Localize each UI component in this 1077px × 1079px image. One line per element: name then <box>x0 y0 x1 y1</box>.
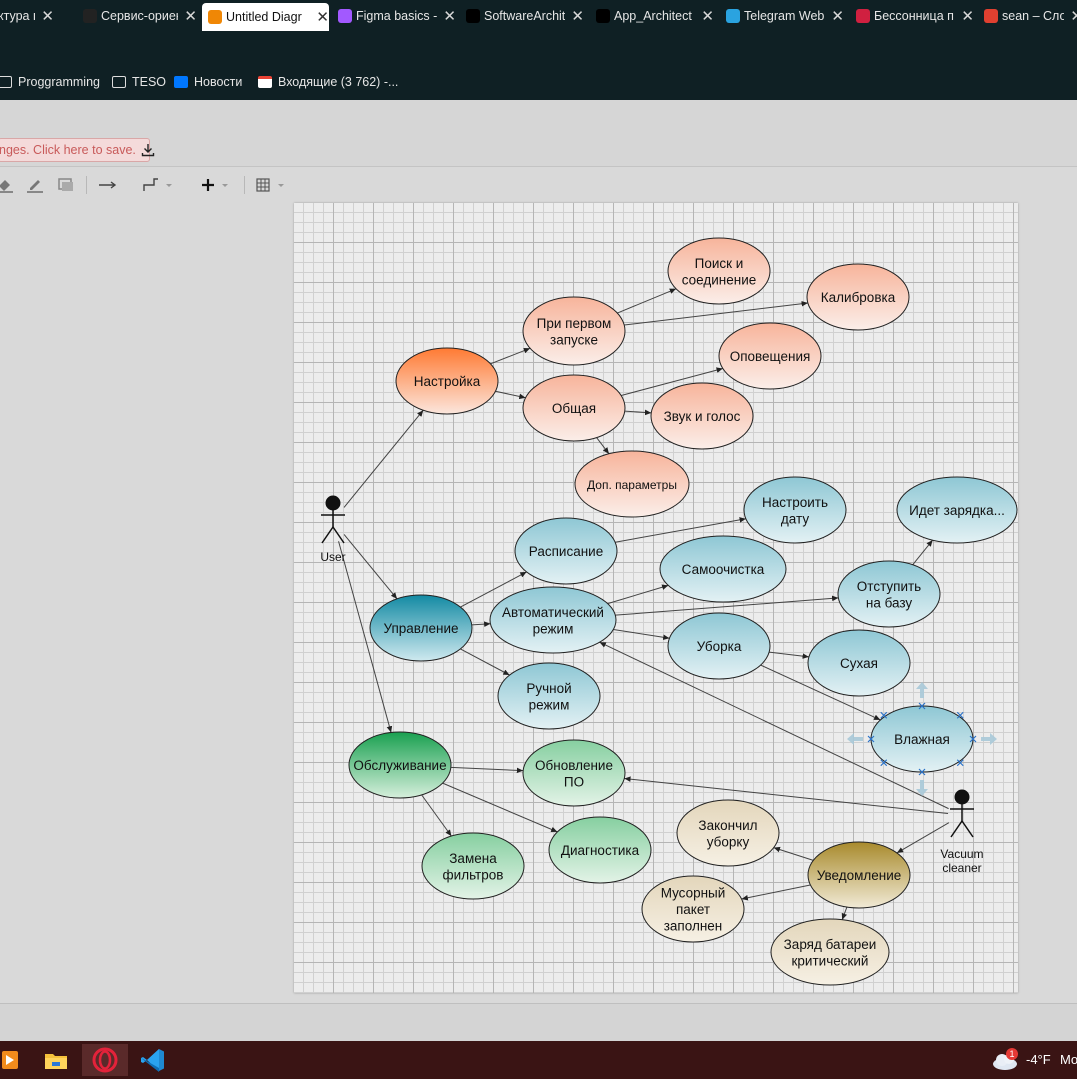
use-case-label: Ручной режим <box>526 681 571 713</box>
use-case-dop[interactable]: Доп. параметры <box>574 450 690 518</box>
use-case-ellipse[interactable] <box>837 560 941 628</box>
use-case-nastroika[interactable]: Настройка <box>395 347 499 415</box>
use-case-label: Звук и голос <box>664 409 741 424</box>
media-player-icon[interactable] <box>0 1044 22 1076</box>
weather-badge: 1 <box>1006 1048 1018 1060</box>
use-case-musor[interactable]: Мусорный пакет заполнен <box>641 875 745 943</box>
use-case-label: Настройка <box>414 374 481 389</box>
association-arrow[interactable] <box>596 437 610 455</box>
use-case-obshaya[interactable]: Общая <box>522 374 626 442</box>
association-arrow[interactable] <box>607 584 669 605</box>
use-case-nastrdata[interactable]: Настроить дату <box>743 476 847 544</box>
use-case-label: Обслуживание <box>353 758 446 773</box>
use-case-ellipse[interactable] <box>489 586 617 654</box>
use-case-ellipse[interactable] <box>522 739 626 807</box>
use-case-ellipse[interactable] <box>667 237 771 305</box>
use-case-zaryadka[interactable]: Идет зарядка... <box>896 476 1018 544</box>
association-arrow[interactable] <box>741 884 811 901</box>
use-case-label: Калибровка <box>821 290 896 305</box>
use-case-label: Закончил уборку <box>698 818 757 850</box>
use-case-poisk[interactable]: Поиск и соединение <box>667 237 771 305</box>
use-case-ellipse[interactable] <box>522 296 626 366</box>
use-case-suhaya[interactable]: Сухая <box>807 629 911 697</box>
use-case-samoch[interactable]: Самоочистка <box>659 535 787 603</box>
use-case-label: Уборка <box>697 639 742 654</box>
actor-label: Vacuum cleaner <box>940 847 983 875</box>
use-case-ellipse[interactable] <box>770 918 890 986</box>
actor-figure-part <box>950 820 963 838</box>
association-arrow[interactable] <box>769 651 809 659</box>
use-case-kalibr[interactable]: Калибровка <box>806 263 910 331</box>
use-case-ellipse[interactable] <box>497 662 601 730</box>
use-case-zakonchil[interactable]: Закончил уборку <box>676 799 780 867</box>
association-arrow[interactable] <box>613 628 670 641</box>
use-case-ellipse[interactable] <box>676 799 780 867</box>
association-arrow[interactable] <box>460 648 510 676</box>
association-arrow[interactable] <box>495 390 526 400</box>
actor-figure-part <box>325 495 341 511</box>
vscode-icon[interactable] <box>136 1044 170 1076</box>
file-explorer-icon[interactable] <box>40 1044 72 1076</box>
association-arrow[interactable] <box>343 409 424 508</box>
use-case-label: Влажная <box>894 732 950 747</box>
association-arrow[interactable] <box>471 621 491 627</box>
use-case-opov[interactable]: Оповещения <box>718 322 822 390</box>
actor-figure-part <box>332 526 345 544</box>
actor-figure-part <box>954 789 970 805</box>
taskbar-overflow-text: Mo <box>1060 1052 1077 1067</box>
use-case-ellipse[interactable] <box>421 832 525 900</box>
status-bar <box>0 1003 1077 1042</box>
use-case-diag[interactable]: Диагностика <box>548 816 652 884</box>
association-arrow[interactable] <box>912 539 933 566</box>
use-case-raspis[interactable]: Расписание <box>514 517 618 585</box>
use-case-label: Идет зарядка... <box>909 503 1005 518</box>
use-case-zaryad[interactable]: Заряд батареи критический <box>770 918 890 986</box>
clone-arrow-icon[interactable] <box>981 733 997 745</box>
association-arrow[interactable] <box>617 288 677 314</box>
use-case-uvedoml[interactable]: Уведомление <box>807 841 911 909</box>
use-case-label: Доп. параметры <box>587 478 677 492</box>
clone-arrow-icon[interactable] <box>847 733 863 745</box>
use-case-ellipse[interactable] <box>743 476 847 544</box>
use-case-label: Уведомление <box>817 868 902 883</box>
use-case-zvuk[interactable]: Звук и голос <box>650 382 754 450</box>
use-case-obsl[interactable]: Обслуживание <box>348 731 452 799</box>
actor-figure-part <box>961 820 974 838</box>
actor-vacuum[interactable]: Vacuum cleaner <box>940 789 984 875</box>
association-arrow[interactable] <box>624 409 652 416</box>
actor-figure-part <box>321 526 334 544</box>
use-case-zamena[interactable]: Замена фильтров <box>421 832 525 900</box>
use-case-label: Отступить на базу <box>857 579 921 611</box>
use-case-otstup[interactable]: Отступить на базу <box>837 560 941 628</box>
association-arrow[interactable] <box>841 906 848 920</box>
opera-icon[interactable] <box>82 1044 128 1076</box>
use-case-label: Управление <box>383 621 458 636</box>
association-arrow[interactable] <box>624 776 949 814</box>
temperature-text: -4°F <box>1026 1052 1051 1067</box>
use-case-label: Оповещения <box>730 349 811 364</box>
use-case-label: Сухая <box>840 656 878 671</box>
use-case-vlazh[interactable]: Влажная <box>870 705 974 773</box>
use-case-label: Диагностика <box>561 843 640 858</box>
association-arrow[interactable] <box>773 846 814 861</box>
use-case-label: Расписание <box>529 544 603 559</box>
association-arrow[interactable] <box>421 794 452 837</box>
use-case-avto[interactable]: Автоматический режим <box>489 586 617 654</box>
use-case-label: Замена фильтров <box>443 851 504 883</box>
use-case-label: Заряд батареи критический <box>784 937 877 969</box>
use-case-uborka[interactable]: Уборка <box>667 612 771 680</box>
association-arrow[interactable] <box>624 300 808 326</box>
use-case-label: Самоочистка <box>682 562 765 577</box>
clone-arrow-icon[interactable] <box>916 682 928 698</box>
use-case-diagram[interactable]: Настройка При первом запуске Поиск и соедине… <box>0 0 1077 1079</box>
use-case-upravl[interactable]: Управление <box>369 594 473 662</box>
association-arrow[interactable] <box>450 766 524 774</box>
use-case-obnov[interactable]: Обновление ПО <box>522 739 626 807</box>
actor-user[interactable]: User <box>320 495 346 564</box>
association-arrow[interactable] <box>490 347 531 365</box>
use-case-ruchnoi[interactable]: Ручной режим <box>497 662 601 730</box>
actor-label: User <box>320 550 345 564</box>
use-case-label: Общая <box>552 401 596 416</box>
use-case-pervyi[interactable]: При первом запуске <box>522 296 626 366</box>
